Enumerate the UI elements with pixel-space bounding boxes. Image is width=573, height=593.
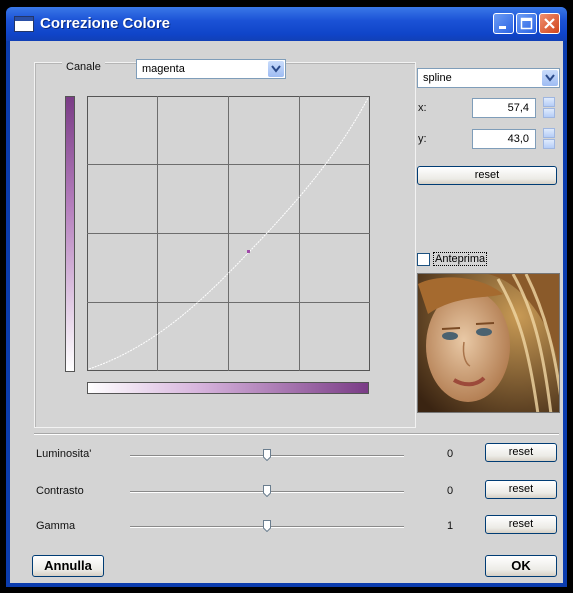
curve-mode-selected: spline [423,72,452,84]
cancel-button[interactable]: Annulla [32,555,104,577]
y-input[interactable]: 43,0 [472,129,536,149]
chevron-down-icon[interactable] [268,61,284,77]
spin-down-icon[interactable] [543,108,555,118]
channel-label: Canale [62,61,105,73]
input-gradient-bar [87,382,369,394]
dialog-body: Canale magenta spline x: 57,4 y: 43,0 re… [10,41,563,583]
brightness-label: Luminosita' [36,448,92,460]
close-icon [544,18,555,29]
spin-up-icon[interactable] [543,97,555,107]
y-label: y: [418,133,427,145]
y-spinner[interactable] [543,128,555,150]
maximize-icon [520,17,533,30]
contrast-value: 0 [447,485,454,497]
x-input[interactable]: 57,4 [472,98,536,118]
brightness-reset-button[interactable]: reset [485,443,557,462]
curve-editor[interactable] [87,96,370,371]
dialog-window: Correzione Colore Canale magenta spline … [6,7,567,587]
x-value: 57,4 [507,102,529,114]
brightness-value: 0 [447,448,454,460]
preview-label[interactable]: Anteprima [433,252,488,266]
channel-select[interactable]: magenta [136,59,286,79]
spin-up-icon[interactable] [543,128,555,138]
curve-control-point [247,250,250,253]
x-spinner[interactable] [543,97,555,119]
window-title: Correzione Colore [40,15,171,32]
curve-mode-select[interactable]: spline [417,68,560,88]
contrast-slider-thumb[interactable] [263,485,271,497]
contrast-label: Contrasto [36,485,84,497]
channel-selected: magenta [142,63,185,75]
curve-reset-button[interactable]: reset [417,166,557,185]
gamma-reset-button[interactable]: reset [485,515,557,534]
ok-button[interactable]: OK [485,555,557,577]
gamma-value: 1 [447,520,454,532]
chevron-down-icon[interactable] [542,70,558,86]
gamma-slider-thumb[interactable] [263,520,271,532]
x-label: x: [418,102,427,114]
spin-down-icon[interactable] [543,139,555,149]
y-value: 43,0 [507,133,529,145]
output-gradient-bar [65,96,75,372]
preview-photo [418,274,559,412]
gamma-label: Gamma [36,520,76,532]
minimize-button[interactable] [493,13,514,34]
section-divider [34,433,559,435]
title-bar[interactable]: Correzione Colore [6,7,567,41]
close-button[interactable] [539,13,560,34]
minimize-icon [499,26,506,29]
preview-image [417,273,560,413]
window-icon [14,16,34,32]
contrast-reset-button[interactable]: reset [485,480,557,499]
brightness-slider-thumb[interactable] [263,449,271,461]
preview-checkbox[interactable] [417,253,430,266]
maximize-button[interactable] [516,13,537,34]
